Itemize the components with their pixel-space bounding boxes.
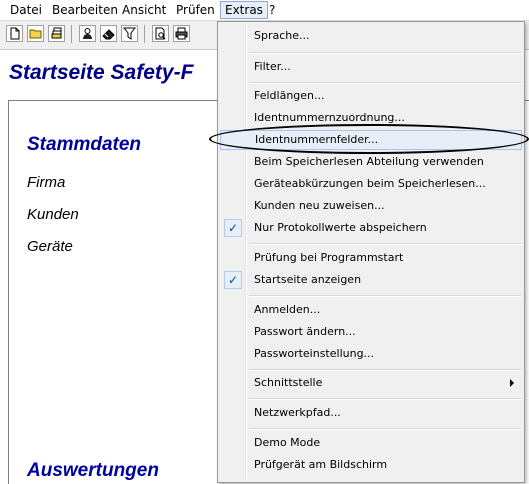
checkmark-icon: ✓ bbox=[224, 219, 242, 237]
menu-item-passworteinstellung[interactable]: Passworteinstellung... bbox=[220, 344, 522, 364]
menu-item-label: Sprache... bbox=[254, 29, 310, 42]
save-stack-button[interactable] bbox=[48, 25, 65, 42]
menu-separator bbox=[249, 369, 521, 371]
menu-separator bbox=[249, 398, 521, 400]
menu-item-abteilung-verwenden[interactable]: Beim Speicherlesen Abteilung verwenden bbox=[220, 152, 522, 172]
menu-extras[interactable]: Extras bbox=[220, 1, 268, 19]
menu-item-kunden-neu-zuweisen[interactable]: Kunden neu zuweisen... bbox=[220, 196, 522, 216]
menu-item-demo-mode[interactable]: Demo Mode bbox=[220, 433, 522, 453]
menu-item-label: Prüfgerät am Bildschirm bbox=[254, 458, 388, 471]
person-icon bbox=[83, 28, 92, 39]
checkmark-icon: ✓ bbox=[224, 271, 242, 289]
menu-pruefen[interactable]: Prüfen bbox=[172, 2, 219, 18]
print-preview-button[interactable] bbox=[152, 25, 169, 42]
menu-item-anmelden[interactable]: Anmelden... bbox=[220, 300, 522, 320]
menu-separator bbox=[249, 428, 521, 430]
menu-separator bbox=[249, 295, 521, 297]
menu-item-label: Passworteinstellung... bbox=[254, 347, 375, 360]
menu-item-label: Filter... bbox=[254, 60, 291, 73]
menu-item-filter[interactable]: Filter... bbox=[220, 57, 522, 77]
link-geraete[interactable]: Geräte bbox=[27, 238, 73, 255]
menu-item-label: Anmelden... bbox=[254, 303, 321, 316]
menu-item-netzwerkpfad[interactable]: Netzwerkpfad... bbox=[220, 403, 522, 423]
menu-item-pruefung-programmstart[interactable]: Prüfung bei Programmstart bbox=[220, 248, 522, 268]
filter-button[interactable] bbox=[121, 25, 138, 42]
menu-help[interactable]: ? bbox=[265, 2, 279, 18]
menu-item-nur-protokollwerte[interactable]: ✓ Nur Protokollwerte abspeichern bbox=[220, 218, 522, 238]
eraser-button[interactable] bbox=[100, 25, 117, 42]
menu-item-label: Identnummernfelder... bbox=[255, 133, 379, 146]
menu-item-label: Geräteabkürzungen beim Speicherlesen... bbox=[254, 177, 486, 190]
menu-item-identnummernfelder[interactable]: Identnummernfelder... bbox=[220, 130, 522, 150]
menu-item-geraeteabkuerzungen[interactable]: Geräteabkürzungen beim Speicherlesen... bbox=[220, 174, 522, 194]
menu-item-schnittstelle[interactable]: Schnittstelle bbox=[220, 373, 522, 393]
filter-icon bbox=[123, 27, 136, 40]
print-preview-icon bbox=[155, 27, 166, 40]
open-folder-icon bbox=[29, 29, 42, 39]
menu-item-label: Nur Protokollwerte abspeichern bbox=[254, 221, 427, 234]
menu-datei[interactable]: Datei bbox=[6, 2, 46, 18]
menu-separator bbox=[249, 82, 521, 84]
menu-bar: Datei Bearbeiten Ansicht Prüfen Extras ? bbox=[0, 0, 529, 21]
submenu-arrow-icon bbox=[510, 379, 514, 387]
link-kunden[interactable]: Kunden bbox=[27, 206, 79, 223]
menu-item-label: Kunden neu zuweisen... bbox=[254, 199, 385, 212]
menu-item-feldlaengen[interactable]: Feldlängen... bbox=[220, 86, 522, 106]
save-stack-icon bbox=[51, 27, 62, 39]
open-folder-button[interactable] bbox=[27, 25, 44, 42]
menu-item-label: Demo Mode bbox=[254, 436, 321, 449]
menu-item-label: Prüfung bei Programmstart bbox=[254, 251, 404, 264]
person-button[interactable] bbox=[79, 25, 96, 42]
printer-icon bbox=[175, 27, 188, 40]
page-title: Startseite Safety-F bbox=[9, 61, 194, 84]
menu-bearbeiten[interactable]: Bearbeiten bbox=[48, 2, 122, 18]
new-document-icon bbox=[10, 27, 20, 40]
menu-item-label: Startseite anzeigen bbox=[254, 273, 362, 286]
eraser-icon bbox=[102, 29, 115, 40]
printer-button[interactable] bbox=[173, 25, 190, 42]
menu-ansicht[interactable]: Ansicht bbox=[118, 2, 170, 18]
link-firma[interactable]: Firma bbox=[27, 174, 65, 191]
menu-separator bbox=[249, 243, 521, 245]
menu-separator bbox=[249, 52, 521, 54]
menu-item-pruefgeraet-bildschirm[interactable]: Prüfgerät am Bildschirm bbox=[220, 455, 522, 475]
menu-item-label: Beim Speicherlesen Abteilung verwenden bbox=[254, 155, 484, 168]
extras-dropdown-menu: Sprache... Filter... Feldlängen... Ident… bbox=[217, 21, 525, 483]
menu-item-identnummernzuordnung[interactable]: Identnummernzuordnung... bbox=[220, 108, 522, 128]
menu-item-label: Netzwerkpfad... bbox=[254, 406, 341, 419]
toolbar-separator bbox=[144, 25, 145, 43]
menu-item-label: Passwort ändern... bbox=[254, 325, 356, 338]
toolbar-separator bbox=[71, 25, 72, 43]
section-heading-stammdaten: Stammdaten bbox=[27, 134, 142, 155]
menu-item-passwort-aendern[interactable]: Passwort ändern... bbox=[220, 322, 522, 342]
new-document-button[interactable] bbox=[6, 25, 23, 42]
menu-item-sprache[interactable]: Sprache... bbox=[220, 26, 522, 46]
menu-item-label: Schnittstelle bbox=[254, 376, 323, 389]
section-heading-auswertungen: Auswertungen bbox=[27, 460, 159, 481]
menu-item-label: Identnummernzuordnung... bbox=[254, 111, 405, 124]
menu-item-startseite-anzeigen[interactable]: ✓ Startseite anzeigen bbox=[220, 270, 522, 290]
menu-item-label: Feldlängen... bbox=[254, 89, 325, 102]
